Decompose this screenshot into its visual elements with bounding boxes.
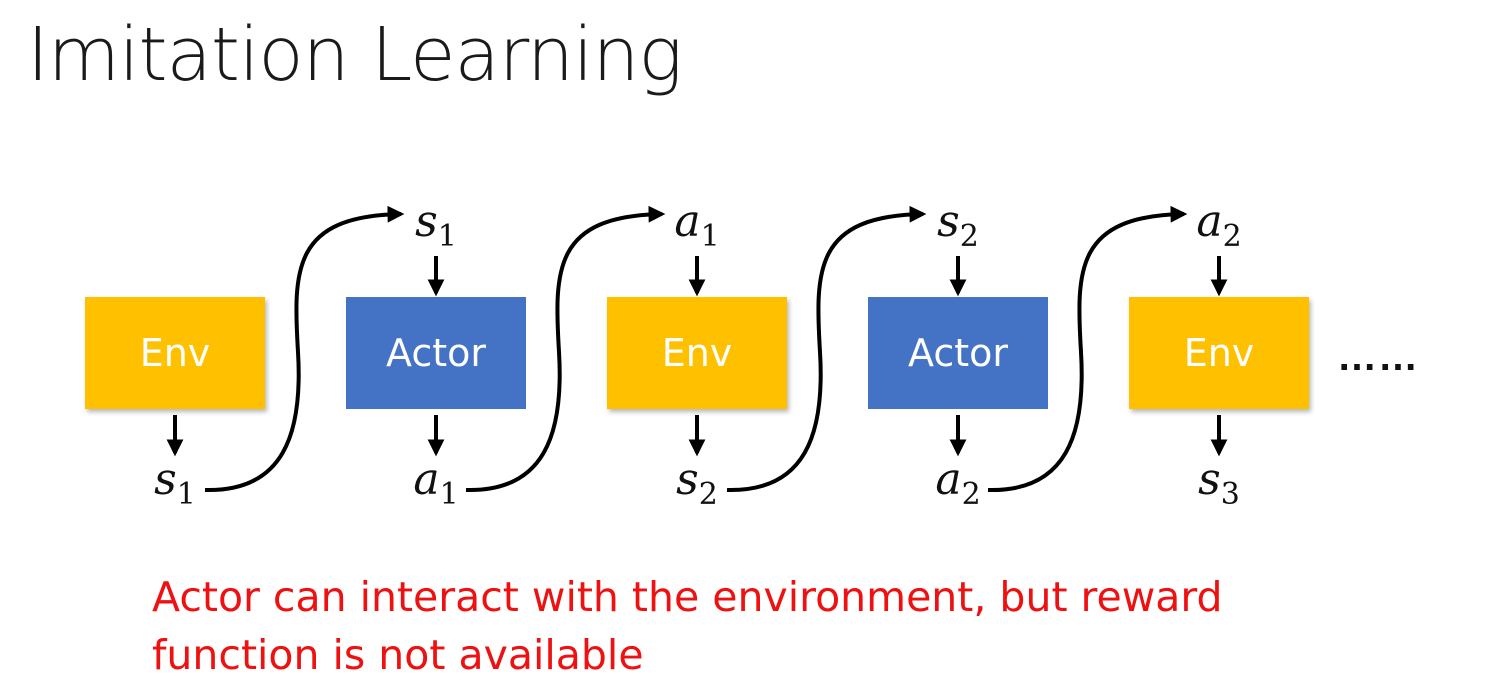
output-label-4: a2 — [935, 454, 980, 512]
env-box-label-5: Env — [1184, 331, 1255, 375]
input-label-5: a2 — [1196, 196, 1241, 254]
input-label-3: a1 — [674, 196, 719, 254]
continuation-ellipsis: …… — [1337, 335, 1419, 379]
env-box-label-3: Env — [662, 331, 733, 375]
input-label-2: s1 — [415, 196, 457, 254]
input-label-4: s2 — [937, 196, 979, 254]
output-label-2: a1 — [413, 454, 458, 512]
actor-box-label-4: Actor — [908, 331, 1008, 375]
output-label-3: s2 — [676, 454, 718, 512]
output-label-5: s3 — [1198, 454, 1240, 512]
env-box-label-1: Env — [140, 331, 211, 375]
output-label-1: s1 — [154, 454, 196, 512]
note-text: Actor can interact with the environment,… — [152, 573, 1223, 679]
actor-box-label-2: Actor — [386, 331, 486, 375]
